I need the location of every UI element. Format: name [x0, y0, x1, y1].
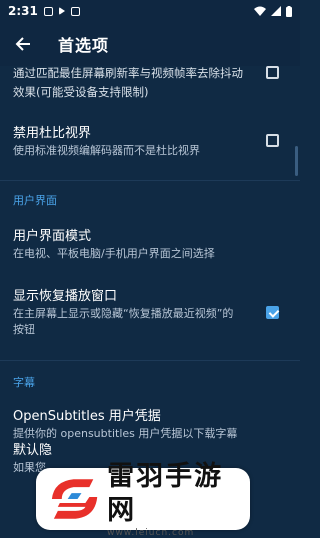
arrow-left-icon [15, 37, 30, 51]
section-header-subtitles: 字幕 [13, 376, 35, 389]
setting-show-resume-window[interactable]: 显示恢复播放窗口 在主屏幕上显示或隐藏“恢复播放最近视频”的 按钮 [13, 288, 253, 338]
notification-a-icon [70, 6, 80, 16]
status-bar: 2:31 [0, 0, 300, 22]
setting-subtitle: 提供你的 opensubtitles 用户凭据以下载字幕 [13, 427, 238, 440]
section-header-ui: 用户界面 [13, 194, 57, 207]
back-button[interactable] [12, 33, 34, 55]
play-store-icon [58, 7, 65, 15]
watermark-url: www.leiucn.com [107, 528, 195, 538]
setting-refresh-rate[interactable]: 通过匹配最佳屏幕刷新率与视频帧率去除抖动 效果(可能受设备支持限制) [13, 64, 253, 102]
status-time: 2:31 [8, 4, 38, 18]
dolby-vision-checkbox[interactable] [266, 134, 279, 147]
watermark-banner: 雷羽手游网 www.leiucn.com [36, 461, 250, 538]
setting-subtitle: 使用标准视频编解码器而不是杜比视界 [13, 144, 200, 157]
wifi-icon [254, 6, 266, 16]
page-title: 首选项 [58, 36, 110, 55]
divider [0, 360, 300, 361]
watermark-logo-icon [51, 479, 98, 519]
battery-icon [286, 5, 292, 17]
setting-title: 禁用杜比视界 [13, 126, 92, 141]
resume-window-checkbox[interactable] [266, 306, 279, 319]
signal-icon [271, 6, 281, 16]
watermark-name: 雷羽手游网 [107, 461, 224, 526]
setting-subtitle: 在电视、平板电脑/手机用户界面之间选择 [13, 247, 215, 260]
setting-title: 显示恢复播放窗口 [13, 289, 118, 304]
refresh-rate-checkbox[interactable] [266, 66, 279, 79]
setting-disable-dolby-vision[interactable]: 禁用杜比视界 使用标准视频编解码器而不是杜比视界 [13, 125, 253, 159]
setting-title: 用户界面模式 [13, 229, 92, 244]
setting-subtitle: 通过匹配最佳屏幕刷新率与视频帧率去除抖动 效果(可能受设备支持限制) [13, 66, 243, 99]
scrollbar[interactable] [295, 146, 298, 176]
app-bar: 首选项 [0, 22, 300, 66]
setting-opensubtitles-credentials[interactable]: OpenSubtitles 用户凭据 提供你的 opensubtitles 用户… [13, 408, 253, 442]
setting-title: 默认隐 [13, 443, 53, 458]
setting-ui-mode[interactable]: 用户界面模式 在电视、平板电脑/手机用户界面之间选择 [13, 228, 253, 262]
notification-icon [43, 6, 53, 16]
setting-subtitle: 在主屏幕上显示或隐藏“恢复播放最近视频”的 按钮 [13, 307, 234, 336]
divider [0, 180, 300, 181]
setting-title: OpenSubtitles 用户凭据 [13, 409, 161, 424]
